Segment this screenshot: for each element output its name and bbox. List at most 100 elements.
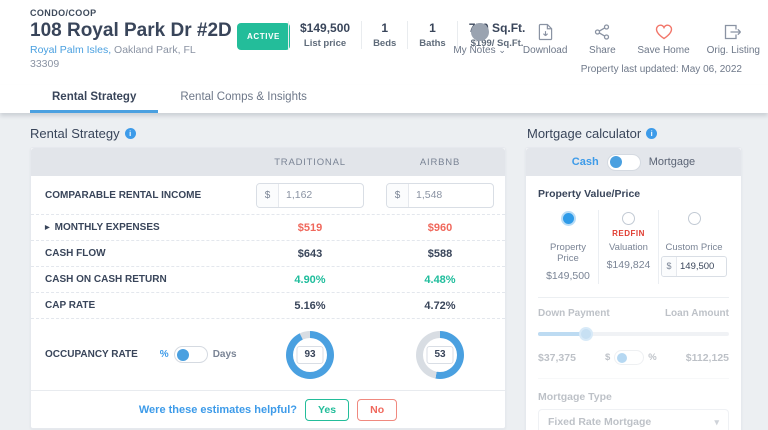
down-payment-label: Down Payment bbox=[538, 308, 610, 319]
feedback-yes-button[interactable]: Yes bbox=[305, 399, 349, 421]
traditional-occupancy-value: 93 bbox=[297, 346, 324, 364]
table-row-comparable-rental-income: COMPARABLE RENTAL INCOME $ $ bbox=[31, 176, 505, 214]
traditional-cap-rate: 5.16% bbox=[245, 300, 375, 312]
share-icon bbox=[594, 22, 610, 42]
days-unit-label: Days bbox=[213, 349, 237, 360]
airbnb-income-input[interactable] bbox=[409, 189, 489, 201]
notes-avatar-icon bbox=[471, 23, 489, 41]
feedback-row: Were these estimates helpful? Yes No bbox=[31, 390, 505, 428]
feedback-question: Were these estimates helpful? bbox=[139, 404, 297, 416]
dollar-unit-label: $ bbox=[605, 352, 610, 363]
last-updated-text: Property last updated: May 06, 2022 bbox=[581, 64, 742, 75]
info-icon[interactable]: i bbox=[125, 128, 136, 139]
currency-prefix: $ bbox=[257, 184, 279, 207]
property-type-label: CONDO/COOP bbox=[30, 8, 232, 18]
table-row-cash-flow: CASH FLOW $643 $588 bbox=[31, 240, 505, 266]
toggle-knob bbox=[617, 353, 627, 363]
airbnb-cap-rate: 4.72% bbox=[375, 300, 505, 312]
dollar-percent-toggle[interactable] bbox=[614, 350, 644, 365]
redfin-logo: REDFIN bbox=[601, 229, 656, 241]
property-header: CONDO/COOP 108 Royal Park Dr #2D Royal P… bbox=[0, 0, 768, 85]
table-row-cap-rate: CAP RATE 5.16% 4.72% bbox=[31, 292, 505, 318]
currency-prefix: $ bbox=[662, 257, 677, 276]
address-zip: 33309 bbox=[30, 57, 232, 71]
loan-settings-disabled-section: Down Payment Loan Amount $37,375 $ % $11… bbox=[538, 308, 729, 430]
toggle-knob bbox=[610, 156, 622, 168]
table-row-monthly-expenses[interactable]: ▶MONTHLY EXPENSES $519 $960 bbox=[31, 214, 505, 240]
rental-strategy-card: TRADITIONAL AIRBNB COMPARABLE RENTAL INC… bbox=[30, 147, 506, 429]
stat-beds: 1 Beds bbox=[361, 21, 407, 49]
mortgage-type-value: Fixed Rate Mortgage bbox=[548, 416, 651, 428]
airbnb-occupancy-value: 53 bbox=[427, 346, 454, 364]
option-redfin-valuation: REDFIN Valuation $149,824 bbox=[598, 210, 658, 284]
traditional-cash-flow: $643 bbox=[245, 248, 375, 260]
airbnb-coc-return: 4.48% bbox=[375, 274, 505, 286]
mortgage-type-select[interactable]: Fixed Rate Mortgage ▾ bbox=[538, 409, 729, 430]
traditional-coc-return: 4.90% bbox=[245, 274, 375, 286]
rental-strategy-section-title: Rental Strategy i bbox=[30, 126, 136, 141]
traditional-monthly-expenses: $519 bbox=[245, 222, 375, 234]
traditional-income-input-group: $ bbox=[256, 183, 364, 208]
address-text: Oakland Park, FL bbox=[111, 44, 196, 56]
down-payment-slider[interactable] bbox=[538, 332, 729, 336]
tab-rental-comps-insights[interactable]: Rental Comps & Insights bbox=[158, 85, 329, 113]
info-icon[interactable]: i bbox=[646, 128, 657, 139]
table-header-row: TRADITIONAL AIRBNB bbox=[31, 148, 505, 176]
download-file-icon bbox=[538, 22, 553, 42]
slider-knob[interactable] bbox=[579, 327, 593, 341]
heart-icon bbox=[655, 22, 673, 42]
cash-mortgage-toggle-row: Cash Mortgage bbox=[526, 148, 741, 176]
property-price-value: $149,500 bbox=[540, 270, 596, 282]
column-header-airbnb: AIRBNB bbox=[375, 157, 505, 168]
feedback-no-button[interactable]: No bbox=[357, 399, 397, 421]
custom-price-input-group: $ bbox=[661, 256, 727, 277]
airbnb-occupancy-donut: 53 bbox=[416, 331, 464, 379]
mortgage-calculator-card: Cash Mortgage Property Value/Price Prope… bbox=[525, 147, 742, 430]
tab-bar: Rental Strategy Rental Comps & Insights bbox=[0, 85, 768, 113]
stat-list-price: $149,500 List price bbox=[288, 21, 361, 49]
custom-price-input[interactable] bbox=[677, 261, 723, 272]
divider bbox=[538, 378, 729, 379]
option-property-price: Property Price $149,500 bbox=[538, 210, 598, 284]
percent-unit-label: % bbox=[160, 349, 169, 360]
external-listing-icon bbox=[724, 22, 742, 42]
custom-price-radio[interactable] bbox=[688, 212, 701, 225]
chevron-down-icon: ⌄ bbox=[498, 45, 506, 55]
percent-days-toggle[interactable] bbox=[174, 346, 208, 363]
option-custom-price: Custom Price $ bbox=[658, 210, 729, 284]
table-row-occupancy-rate: OCCUPANCY RATE % Days 93 53 bbox=[31, 318, 505, 390]
download-button[interactable]: Download bbox=[523, 22, 567, 56]
redfin-valuation-value: $149,824 bbox=[601, 259, 656, 271]
divider bbox=[538, 297, 729, 298]
orig-listing-button[interactable]: Orig. Listing bbox=[707, 22, 760, 56]
status-badge: ACTIVE bbox=[237, 23, 290, 50]
stat-baths: 1 Baths bbox=[407, 21, 456, 49]
traditional-income-input[interactable] bbox=[279, 189, 359, 201]
percent-unit-label: % bbox=[648, 352, 656, 363]
airbnb-cash-flow: $588 bbox=[375, 248, 505, 260]
property-price-radio[interactable] bbox=[561, 211, 576, 226]
expand-triangle-icon[interactable]: ▶ bbox=[45, 225, 50, 231]
traditional-occupancy-donut: 93 bbox=[286, 331, 334, 379]
my-notes-button[interactable]: My Notes ⌄ bbox=[453, 22, 506, 56]
airbnb-monthly-expenses: $960 bbox=[375, 222, 505, 234]
property-info: CONDO/COOP 108 Royal Park Dr #2D Royal P… bbox=[30, 8, 232, 71]
caret-down-icon: ▾ bbox=[714, 417, 719, 428]
redfin-valuation-radio[interactable] bbox=[622, 212, 635, 225]
tab-rental-strategy[interactable]: Rental Strategy bbox=[30, 85, 158, 113]
currency-prefix: $ bbox=[387, 184, 409, 207]
loan-amount-label: Loan Amount bbox=[665, 308, 729, 319]
table-row-cash-on-cash-return: CASH ON CASH RETURN 4.90% 4.48% bbox=[31, 266, 505, 292]
neighborhood-link[interactable]: Royal Palm Isles, bbox=[30, 44, 111, 56]
down-payment-amount: $37,375 bbox=[538, 352, 576, 364]
toggle-knob bbox=[177, 349, 189, 361]
loan-amount-value: $112,125 bbox=[686, 352, 729, 364]
mortgage-calculator-section-title: Mortgage calculator i bbox=[527, 126, 657, 141]
save-home-button[interactable]: Save Home bbox=[637, 22, 689, 56]
mortgage-label[interactable]: Mortgage bbox=[649, 156, 695, 168]
cash-label[interactable]: Cash bbox=[572, 156, 599, 168]
cash-mortgage-toggle[interactable] bbox=[607, 154, 641, 171]
mortgage-type-label: Mortgage Type bbox=[538, 391, 729, 403]
price-options: Property Price $149,500 REDFIN Valuation… bbox=[538, 210, 729, 284]
share-button[interactable]: Share bbox=[584, 22, 620, 56]
